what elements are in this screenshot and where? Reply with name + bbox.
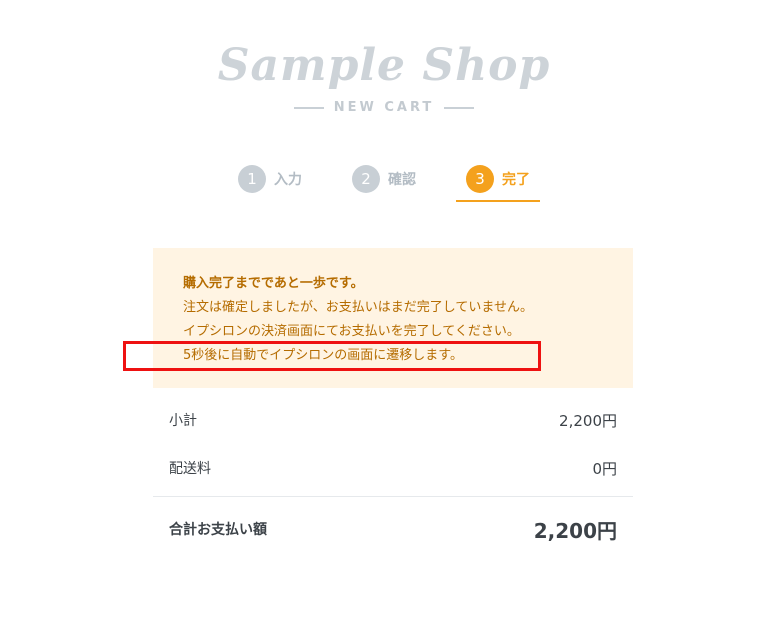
step-label: 確認 [388,172,416,188]
step-label: 入力 [274,172,302,188]
step-label: 完了 [502,172,530,188]
logo-wordmark: Sample Shop [217,40,551,91]
shipping-label: 配送料 [169,461,211,477]
step-complete: 3 完了 [456,162,540,202]
subtotal-row: 小計 2,200円 [153,396,633,444]
total-row: 合計お支払い額 2,200円 [153,497,633,561]
total-label: 合計お支払い額 [169,522,267,538]
step-number: 3 [466,165,494,193]
subtotal-value: 2,200円 [559,411,617,430]
step-input: 1 入力 [228,162,312,196]
logo-subtitle: NEW CART [0,100,768,115]
shop-logo[interactable]: Sample Shop NEW CART [0,40,768,115]
step-confirm: 2 確認 [342,162,426,196]
logo-divider-left [293,106,324,109]
shipping-value: 0円 [592,459,617,478]
total-value: 2,200円 [533,518,617,543]
logo-divider-right [444,106,475,109]
step-number: 1 [238,165,266,193]
step-number: 2 [352,165,380,193]
checkout-steps: 1 入力 2 確認 3 完了 [0,162,768,202]
shipping-row: 配送料 0円 [153,444,633,497]
logo-subtitle-text: NEW CART [333,100,435,115]
notice-line: 注文は確定しましたが、お支払いはまだ完了していません。 [183,300,533,315]
subtotal-label: 小計 [169,413,197,429]
highlight-annotation-box [123,341,541,371]
notice-headline: 購入完了までであと一歩です。 [183,276,364,291]
order-summary: 小計 2,200円 配送料 0円 合計お支払い額 2,200円 [153,396,633,561]
